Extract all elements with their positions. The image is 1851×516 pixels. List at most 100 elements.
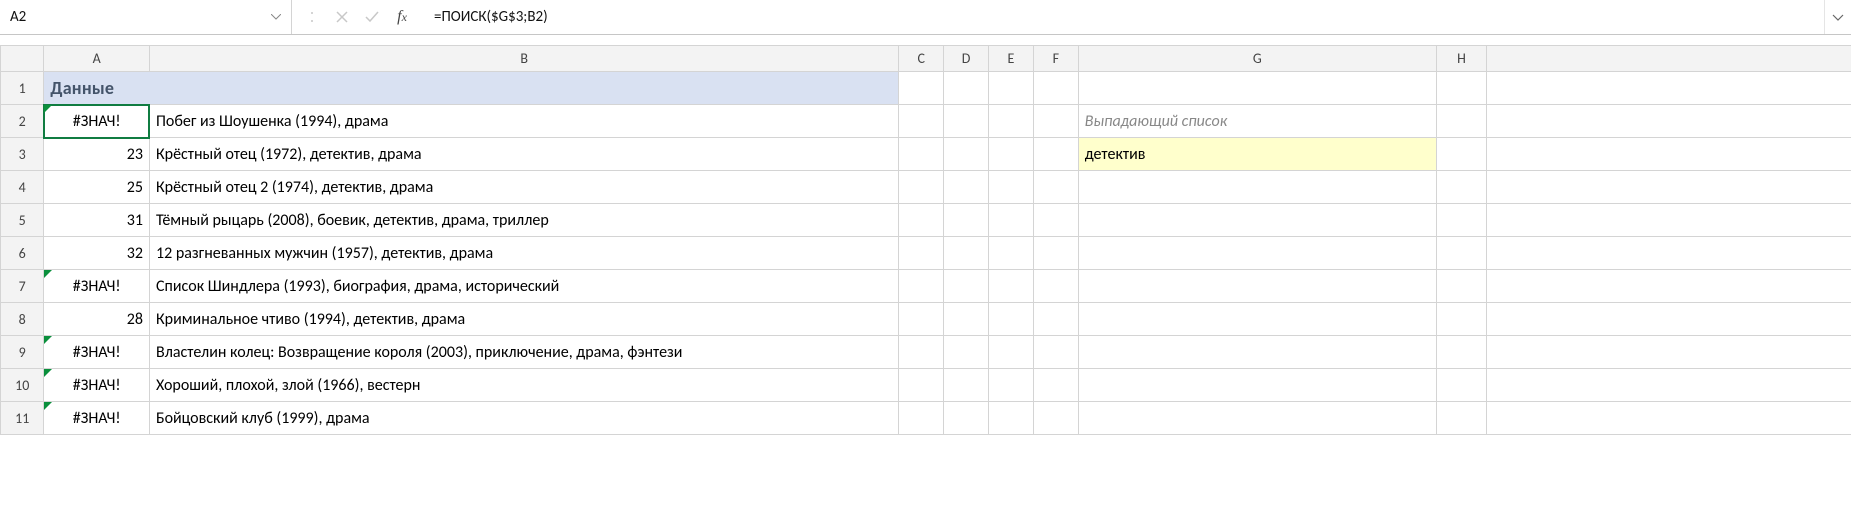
insert-function-button[interactable]: fx — [388, 4, 416, 30]
cell-h3[interactable] — [1436, 138, 1486, 171]
cell-c9[interactable] — [899, 336, 944, 369]
spreadsheet-area[interactable]: A B C D E F G H 1 Данные 2 #ЗНАЧ! По — [0, 35, 1851, 516]
cell-f10[interactable] — [1033, 369, 1078, 402]
col-header-a[interactable]: A — [44, 46, 150, 72]
cell-rest3[interactable] — [1487, 138, 1851, 171]
col-header-d[interactable]: D — [944, 46, 989, 72]
cell-d7[interactable] — [944, 270, 989, 303]
cell-b7[interactable]: Список Шиндлера (1993), биография, драма… — [149, 270, 898, 303]
cell-f9[interactable] — [1033, 336, 1078, 369]
row-header-3[interactable]: 3 — [1, 138, 44, 171]
cell-e5[interactable] — [989, 204, 1034, 237]
cell-d4[interactable] — [944, 171, 989, 204]
select-all-corner[interactable] — [1, 46, 44, 72]
cell-e6[interactable] — [989, 237, 1034, 270]
cell-b8[interactable]: Криминальное чтиво (1994), детектив, дра… — [149, 303, 898, 336]
cell-a2[interactable]: #ЗНАЧ! — [44, 105, 150, 138]
cell-d11[interactable] — [944, 402, 989, 435]
row-header-9[interactable]: 9 — [1, 336, 44, 369]
cell-e9[interactable] — [989, 336, 1034, 369]
cell-d10[interactable] — [944, 369, 989, 402]
cell-e3[interactable] — [989, 138, 1034, 171]
row-header-6[interactable]: 6 — [1, 237, 44, 270]
cell-e2[interactable] — [989, 105, 1034, 138]
row-header-5[interactable]: 5 — [1, 204, 44, 237]
cell-rest1[interactable] — [1487, 72, 1851, 105]
cell-b11[interactable]: Бойцовский клуб (1999), драма — [149, 402, 898, 435]
cell-d5[interactable] — [944, 204, 989, 237]
cell-g8[interactable] — [1078, 303, 1436, 336]
cell-a5[interactable]: 31 — [44, 204, 150, 237]
col-header-f[interactable]: F — [1033, 46, 1078, 72]
cell-f6[interactable] — [1033, 237, 1078, 270]
row-header-1[interactable]: 1 — [1, 72, 44, 105]
cell-c10[interactable] — [899, 369, 944, 402]
cell-c1[interactable] — [899, 72, 944, 105]
cell-h10[interactable] — [1436, 369, 1486, 402]
cell-e7[interactable] — [989, 270, 1034, 303]
cell-rest4[interactable] — [1487, 171, 1851, 204]
cell-d6[interactable] — [944, 237, 989, 270]
cell-b9[interactable]: Властелин колец: Возвращение короля (200… — [149, 336, 898, 369]
cell-a8[interactable]: 28 — [44, 303, 150, 336]
row-header-10[interactable]: 10 — [1, 369, 44, 402]
cell-a10[interactable]: #ЗНАЧ! — [44, 369, 150, 402]
cell-h5[interactable] — [1436, 204, 1486, 237]
cell-h9[interactable] — [1436, 336, 1486, 369]
cell-h11[interactable] — [1436, 402, 1486, 435]
formula-bar-expand-icon[interactable] — [1824, 0, 1851, 34]
cell-d1[interactable] — [944, 72, 989, 105]
cell-c5[interactable] — [899, 204, 944, 237]
row-header-8[interactable]: 8 — [1, 303, 44, 336]
cell-g6[interactable] — [1078, 237, 1436, 270]
cell-d8[interactable] — [944, 303, 989, 336]
row-header-7[interactable]: 7 — [1, 270, 44, 303]
cell-h6[interactable] — [1436, 237, 1486, 270]
cell-a3[interactable]: 23 — [44, 138, 150, 171]
cell-rest9[interactable] — [1487, 336, 1851, 369]
cell-b4[interactable]: Крёстный отец 2 (1974), детектив, драма — [149, 171, 898, 204]
cell-e10[interactable] — [989, 369, 1034, 402]
cell-f1[interactable] — [1033, 72, 1078, 105]
cell-g10[interactable] — [1078, 369, 1436, 402]
row-header-2[interactable]: 2 — [1, 105, 44, 138]
enter-icon[interactable] — [358, 4, 386, 30]
cell-e1[interactable] — [989, 72, 1034, 105]
cell-b3[interactable]: Крёстный отец (1972), детектив, драма — [149, 138, 898, 171]
cell-c4[interactable] — [899, 171, 944, 204]
cell-b6[interactable]: 12 разгневанных мужчин (1957), детектив,… — [149, 237, 898, 270]
row-header-4[interactable]: 4 — [1, 171, 44, 204]
cell-e4[interactable] — [989, 171, 1034, 204]
cell-f5[interactable] — [1033, 204, 1078, 237]
cell-c2[interactable] — [899, 105, 944, 138]
row-header-11[interactable]: 11 — [1, 402, 44, 435]
name-box[interactable]: A2 — [0, 0, 292, 34]
col-header-g[interactable]: G — [1078, 46, 1436, 72]
cell-c7[interactable] — [899, 270, 944, 303]
cell-f3[interactable] — [1033, 138, 1078, 171]
cell-g3-dropdown-value[interactable]: детектив — [1078, 138, 1436, 171]
cell-rest11[interactable] — [1487, 402, 1851, 435]
cell-rest6[interactable] — [1487, 237, 1851, 270]
cell-rest2[interactable] — [1487, 105, 1851, 138]
formula-input[interactable]: =ПОИСК($G$3;B2) — [422, 0, 1824, 34]
cell-b10[interactable]: Хороший, плохой, злой (1966), вестерн — [149, 369, 898, 402]
cell-c6[interactable] — [899, 237, 944, 270]
cell-h1[interactable] — [1436, 72, 1486, 105]
cell-b5[interactable]: Тёмный рыцарь (2008), боевик, детектив, … — [149, 204, 898, 237]
cell-c3[interactable] — [899, 138, 944, 171]
cell-d2[interactable] — [944, 105, 989, 138]
cell-g9[interactable] — [1078, 336, 1436, 369]
cell-d3[interactable] — [944, 138, 989, 171]
cell-rest5[interactable] — [1487, 204, 1851, 237]
cell-f7[interactable] — [1033, 270, 1078, 303]
cell-rest8[interactable] — [1487, 303, 1851, 336]
cell-b2[interactable]: Побег из Шоушенка (1994), драма — [149, 105, 898, 138]
cell-d9[interactable] — [944, 336, 989, 369]
col-header-c[interactable]: C — [899, 46, 944, 72]
cell-h4[interactable] — [1436, 171, 1486, 204]
cell-g1[interactable] — [1078, 72, 1436, 105]
cell-a9[interactable]: #ЗНАЧ! — [44, 336, 150, 369]
cancel-icon[interactable] — [328, 4, 356, 30]
cell-f4[interactable] — [1033, 171, 1078, 204]
